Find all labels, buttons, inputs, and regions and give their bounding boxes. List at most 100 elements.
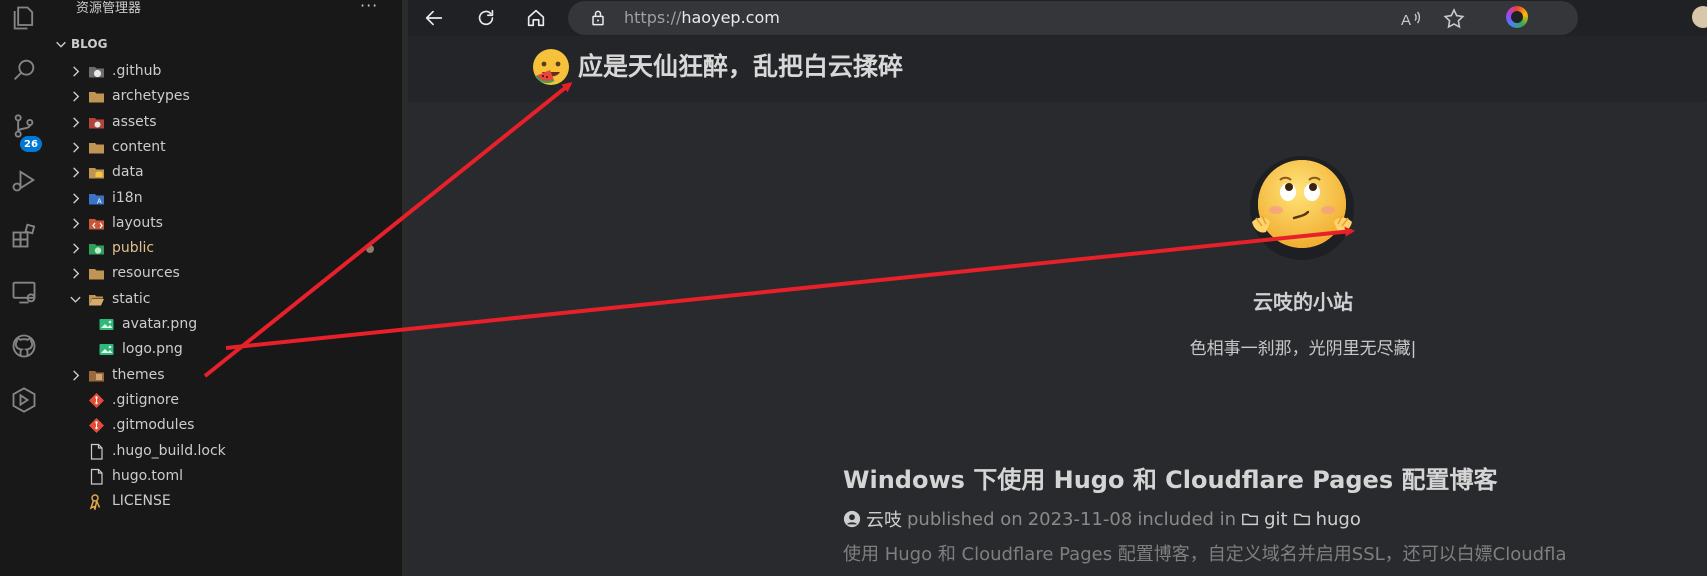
folder-icon — [89, 269, 104, 280]
remote-explorer-icon[interactable] — [6, 274, 42, 310]
explorer-header: 资源管理器 ··· — [48, 0, 402, 30]
category-link-git[interactable]: git — [1264, 509, 1287, 530]
tree-item-hugo-toml[interactable]: hugo.toml — [48, 464, 402, 489]
address-bar[interactable]: https://haoyep.com A — [568, 1, 1578, 35]
github-folder-icon — [89, 67, 104, 78]
more-actions-icon[interactable]: ··· — [360, 0, 378, 15]
tree-item-label: resources — [112, 265, 180, 282]
tree-item-themes[interactable]: themes — [48, 363, 402, 388]
chevron-right-icon[interactable] — [69, 267, 82, 280]
image-file-icon — [99, 319, 114, 330]
back-button[interactable] — [420, 4, 448, 32]
read-aloud-icon[interactable]: A — [1398, 7, 1422, 31]
tree-item-label: assets — [112, 113, 157, 130]
site-header: 应是天仙狂醉，乱把白云揉碎 — [408, 36, 1707, 102]
chevron-right-icon[interactable] — [69, 217, 82, 230]
tree-item-label: content — [112, 138, 166, 155]
tree-item-layouts[interactable]: layouts — [48, 211, 402, 236]
refresh-button[interactable] — [472, 4, 500, 32]
chevron-down-icon[interactable] — [69, 293, 82, 306]
tree-item-resources[interactable]: resources — [48, 261, 402, 286]
tree-item-label: archetypes — [112, 88, 190, 105]
author-icon — [843, 510, 861, 528]
file-icon — [90, 443, 103, 460]
chevron-right-icon[interactable] — [69, 90, 82, 103]
post-meta: 云吱 published on 2023-11-08 included in g… — [843, 506, 1361, 532]
avatar — [1250, 156, 1354, 260]
tree-item-label: .github — [112, 63, 162, 79]
home-icon — [527, 9, 545, 27]
file-icon — [90, 468, 103, 485]
tree-item-archetypes[interactable]: archetypes — [48, 84, 402, 109]
tree-item-label: i18n — [112, 189, 143, 206]
public-folder-icon — [89, 244, 104, 255]
tree-item-hugo-build-lock[interactable]: .hugo_build.lock — [48, 439, 402, 464]
tree-item-label: hugo.toml — [112, 467, 183, 484]
folder-icon — [1242, 513, 1259, 526]
files-icon[interactable] — [6, 0, 42, 36]
post-title[interactable]: Windows 下使用 Hugo 和 Cloudflare Pages 配置博客 — [843, 460, 1497, 495]
hugo-icon[interactable] — [6, 382, 42, 418]
extensions-icon[interactable] — [6, 218, 42, 254]
tree-item-label: LICENSE — [112, 493, 171, 510]
site-title[interactable]: 应是天仙狂醉，乱把白云揉碎 — [578, 51, 903, 83]
chevron-right-icon[interactable] — [69, 166, 82, 179]
assets-folder-icon — [89, 117, 104, 129]
tree-item-data[interactable]: data — [48, 160, 402, 185]
tree-item-label: .gitmodules — [112, 417, 195, 434]
published-prefix: published on — [907, 508, 1023, 530]
post-date: 2023-11-08 — [1027, 508, 1133, 530]
image-file-icon — [99, 344, 114, 356]
license-file-icon — [89, 494, 101, 511]
folder-icon — [89, 92, 104, 103]
github-icon[interactable] — [6, 328, 42, 364]
web-page: 应是天仙狂醉，乱把白云揉碎 云吱的小站 色相事一刹那，光阴里无尽藏| Windo… — [408, 36, 1707, 576]
logo-emoji-icon[interactable] — [530, 46, 572, 88]
run-debug-icon[interactable] — [6, 162, 42, 198]
tree-item-label: logo.png — [122, 341, 183, 358]
explorer-panel: 资源管理器 ··· BLOG .github archetypes assets co… — [48, 0, 402, 576]
chevron-right-icon[interactable] — [69, 116, 82, 129]
profile-avatar-icon[interactable] — [1692, 6, 1707, 28]
category-link-hugo[interactable]: hugo — [1316, 509, 1361, 530]
open-folder-icon — [89, 294, 104, 306]
folder-icon — [89, 142, 104, 154]
included-in-label: included in — [1137, 508, 1237, 530]
home-button[interactable] — [522, 4, 550, 32]
tree-item-license[interactable]: LICENSE — [48, 489, 402, 514]
browser-window: https://haoyep.com A 应是天仙狂醉，乱把白云揉碎 云吱的小站… — [408, 0, 1707, 576]
tree-item-static[interactable]: static — [48, 287, 402, 312]
search-icon[interactable] — [6, 52, 42, 88]
chevron-right-icon[interactable] — [69, 141, 82, 154]
tree-item-gitmodules[interactable]: .gitmodules — [48, 413, 402, 438]
chevron-right-icon[interactable] — [69, 369, 82, 382]
chevron-right-icon[interactable] — [69, 192, 82, 205]
tree-item-i18n[interactable]: Ai18n — [48, 186, 402, 211]
tree-item-gitignore[interactable]: .gitignore — [48, 388, 402, 413]
lock-icon[interactable] — [588, 8, 608, 28]
favorite-star-icon[interactable] — [1442, 7, 1466, 31]
explorer-title: 资源管理器 — [76, 1, 142, 16]
tree-item-logo-png[interactable]: logo.png — [48, 337, 402, 362]
url-text[interactable]: https://haoyep.com — [624, 8, 780, 28]
tree-item-label: themes — [112, 366, 165, 383]
workspace-section[interactable]: BLOG — [48, 34, 402, 56]
source-control-badge: 26 — [20, 136, 42, 152]
layouts-folder-icon — [89, 218, 104, 230]
svg-text:A: A — [97, 198, 102, 205]
tree-item-avatar-png[interactable]: avatar.png — [48, 312, 402, 337]
profile-subtitle: 色相事一刹那，光阴里无尽藏| — [1189, 339, 1417, 359]
tree-item-public[interactable]: public — [48, 236, 402, 261]
svg-text:A: A — [1401, 12, 1411, 29]
tree-item-label: public — [112, 240, 155, 257]
tree-item-content[interactable]: content — [48, 135, 402, 160]
tree-item-label: .hugo_build.lock — [112, 442, 226, 459]
chevron-right-icon[interactable] — [69, 242, 82, 255]
tree-item-github[interactable]: .github — [48, 59, 402, 84]
profile-name: 云吱的小站 — [1253, 290, 1353, 314]
extension-icon[interactable] — [1506, 6, 1528, 28]
post-author[interactable]: 云吱 — [866, 506, 902, 532]
tree-item-assets[interactable]: assets — [48, 110, 402, 135]
chevron-right-icon[interactable] — [69, 65, 82, 78]
tree-item-label: avatar.png — [122, 316, 198, 332]
